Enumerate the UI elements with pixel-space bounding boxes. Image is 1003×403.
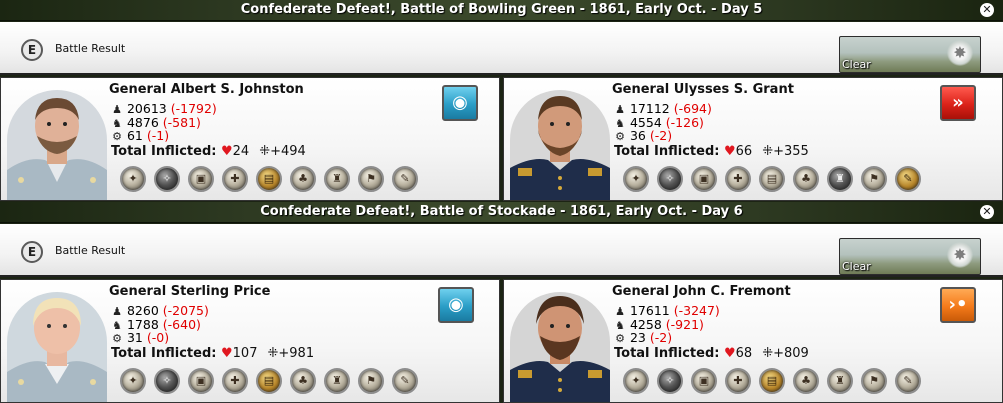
general-name: General Sterling Price [109, 284, 271, 299]
artillery-count: ⚙ 23 (-2) [615, 330, 673, 345]
battle-report: Confederate Defeat!, Battle of Stockade … [0, 202, 1003, 403]
unit-icon[interactable]: ▤ [256, 166, 282, 192]
close-icon[interactable]: ✕ [980, 3, 994, 17]
splash-icon: ✸ [947, 40, 973, 66]
unit-icon[interactable]: ▣ [691, 166, 717, 192]
general-name: General Albert S. Johnston [109, 82, 304, 97]
unit-icon[interactable]: ✧ [657, 368, 683, 394]
e-badge-icon[interactable]: E [21, 39, 43, 61]
total-inflicted: Total Inflicted: ♥107 ⁜+981 [111, 346, 315, 361]
union-side-panel: General Ulysses S. Grant ♟ 17112 (-694) … [503, 77, 1003, 201]
unit-icon[interactable]: ♜ [827, 166, 853, 192]
unit-icon[interactable]: ⚑ [861, 368, 887, 394]
unit-icon[interactable]: ✚ [725, 166, 751, 192]
artillery-count: ⚙ 61 (-1) [112, 128, 170, 143]
unit-icon[interactable]: ▤ [759, 368, 785, 394]
defend-posture-icon[interactable]: ◉ [442, 85, 478, 121]
defend-posture-icon[interactable]: ◉ [438, 287, 474, 323]
unit-icon[interactable]: ▣ [188, 368, 214, 394]
unit-icon[interactable]: ♣ [290, 368, 316, 394]
heart-icon: ♥ [724, 346, 736, 361]
unit-icon[interactable]: ✦ [120, 368, 146, 394]
infantry-count: ♟ 17112 (-694) [615, 101, 712, 116]
unit-icon[interactable]: ✧ [657, 166, 683, 192]
unit-icon[interactable]: ⚑ [861, 166, 887, 192]
union-side-panel: General John C. Fremont ♟ 17611 (-3247) … [503, 279, 1003, 403]
splash-icon: ✸ [947, 242, 973, 268]
unit-icon[interactable]: ▤ [759, 166, 785, 192]
unit-icon[interactable]: ♣ [793, 368, 819, 394]
total-inflicted: Total Inflicted: ♥68 ⁜+809 [614, 346, 809, 361]
close-icon[interactable]: ✕ [980, 205, 994, 219]
battle-result-label: Battle Result [55, 244, 126, 257]
grid-icon: ⁜ [762, 346, 774, 361]
general-portrait[interactable] [510, 292, 610, 402]
artillery-icon: ⚙ [112, 332, 122, 345]
unit-icon[interactable]: ✦ [623, 166, 649, 192]
unit-icon[interactable]: ✧ [154, 368, 180, 394]
confederate-side-panel: General Albert S. Johnston ♟ 20613 (-179… [0, 77, 500, 201]
heart-icon: ♥ [724, 144, 736, 159]
clear-weather-button[interactable]: ✸ Clear [839, 238, 981, 275]
heart-icon: ♥ [221, 346, 233, 361]
unit-icon[interactable]: ♣ [793, 166, 819, 192]
infantry-count: ♟ 17611 (-3247) [615, 303, 720, 318]
artillery-count: ⚙ 36 (-2) [615, 128, 673, 143]
artillery-icon: ⚙ [615, 130, 625, 143]
unit-icon[interactable]: ✚ [222, 368, 248, 394]
unit-icon[interactable]: ▣ [188, 166, 214, 192]
total-inflicted: Total Inflicted: ♥24 ⁜+494 [111, 144, 306, 159]
unit-icon[interactable]: ⚑ [358, 166, 384, 192]
unit-icon[interactable]: ♣ [290, 166, 316, 192]
grid-icon: ⁜ [762, 144, 774, 159]
unit-icon[interactable]: ♜ [324, 166, 350, 192]
grid-icon: ⁜ [259, 144, 271, 159]
unit-icon[interactable]: ✎ [392, 166, 418, 192]
general-portrait[interactable] [7, 292, 107, 402]
unit-icon[interactable]: ✚ [222, 166, 248, 192]
unit-icon[interactable]: ✦ [120, 166, 146, 192]
clear-weather-button[interactable]: ✸ Clear [839, 36, 981, 73]
grid-icon: ⁜ [267, 346, 279, 361]
unit-icon[interactable]: ⚑ [358, 368, 384, 394]
unit-icon[interactable]: ♜ [324, 368, 350, 394]
attack-posture-icon[interactable]: ›• [940, 287, 976, 323]
infantry-count: ♟ 8260 (-2075) [112, 303, 209, 318]
e-badge-icon[interactable]: E [21, 241, 43, 263]
total-inflicted: Total Inflicted: ♥66 ⁜+355 [614, 144, 809, 159]
general-name: General John C. Fremont [612, 284, 791, 299]
unit-icon[interactable]: ✧ [154, 166, 180, 192]
unit-icon[interactable]: ✎ [895, 166, 921, 192]
unit-icon[interactable]: ▣ [691, 368, 717, 394]
artillery-count: ⚙ 31 (-0) [112, 330, 170, 345]
unit-icon[interactable]: ✎ [895, 368, 921, 394]
confederate-side-panel: General Sterling Price ♟ 8260 (-2075) ♞ … [0, 279, 500, 403]
artillery-icon: ⚙ [615, 332, 625, 345]
general-portrait[interactable] [7, 90, 107, 200]
battle-result-bar: E Battle Result ✸ Clear [0, 22, 1003, 75]
unit-icon[interactable]: ✎ [392, 368, 418, 394]
clear-weather-label: Clear [842, 260, 871, 273]
battle-report-title: Confederate Defeat!, Battle of Stockade … [0, 202, 1003, 223]
unit-icon[interactable]: ♜ [827, 368, 853, 394]
unit-icon[interactable]: ▤ [256, 368, 282, 394]
general-portrait[interactable] [510, 90, 610, 200]
battle-result-label: Battle Result [55, 42, 126, 55]
unit-icon[interactable]: ✚ [725, 368, 751, 394]
assault-posture-icon[interactable]: » [940, 85, 976, 121]
infantry-count: ♟ 20613 (-1792) [112, 101, 217, 116]
unit-icon[interactable]: ✦ [623, 368, 649, 394]
battle-result-bar: E Battle Result ✸ Clear [0, 224, 1003, 277]
artillery-icon: ⚙ [112, 130, 122, 143]
battle-report: Confederate Defeat!, Battle of Bowling G… [0, 0, 1003, 202]
battle-report-title: Confederate Defeat!, Battle of Bowling G… [0, 0, 1003, 21]
clear-weather-label: Clear [842, 58, 871, 71]
general-name: General Ulysses S. Grant [612, 82, 794, 97]
heart-icon: ♥ [221, 144, 233, 159]
